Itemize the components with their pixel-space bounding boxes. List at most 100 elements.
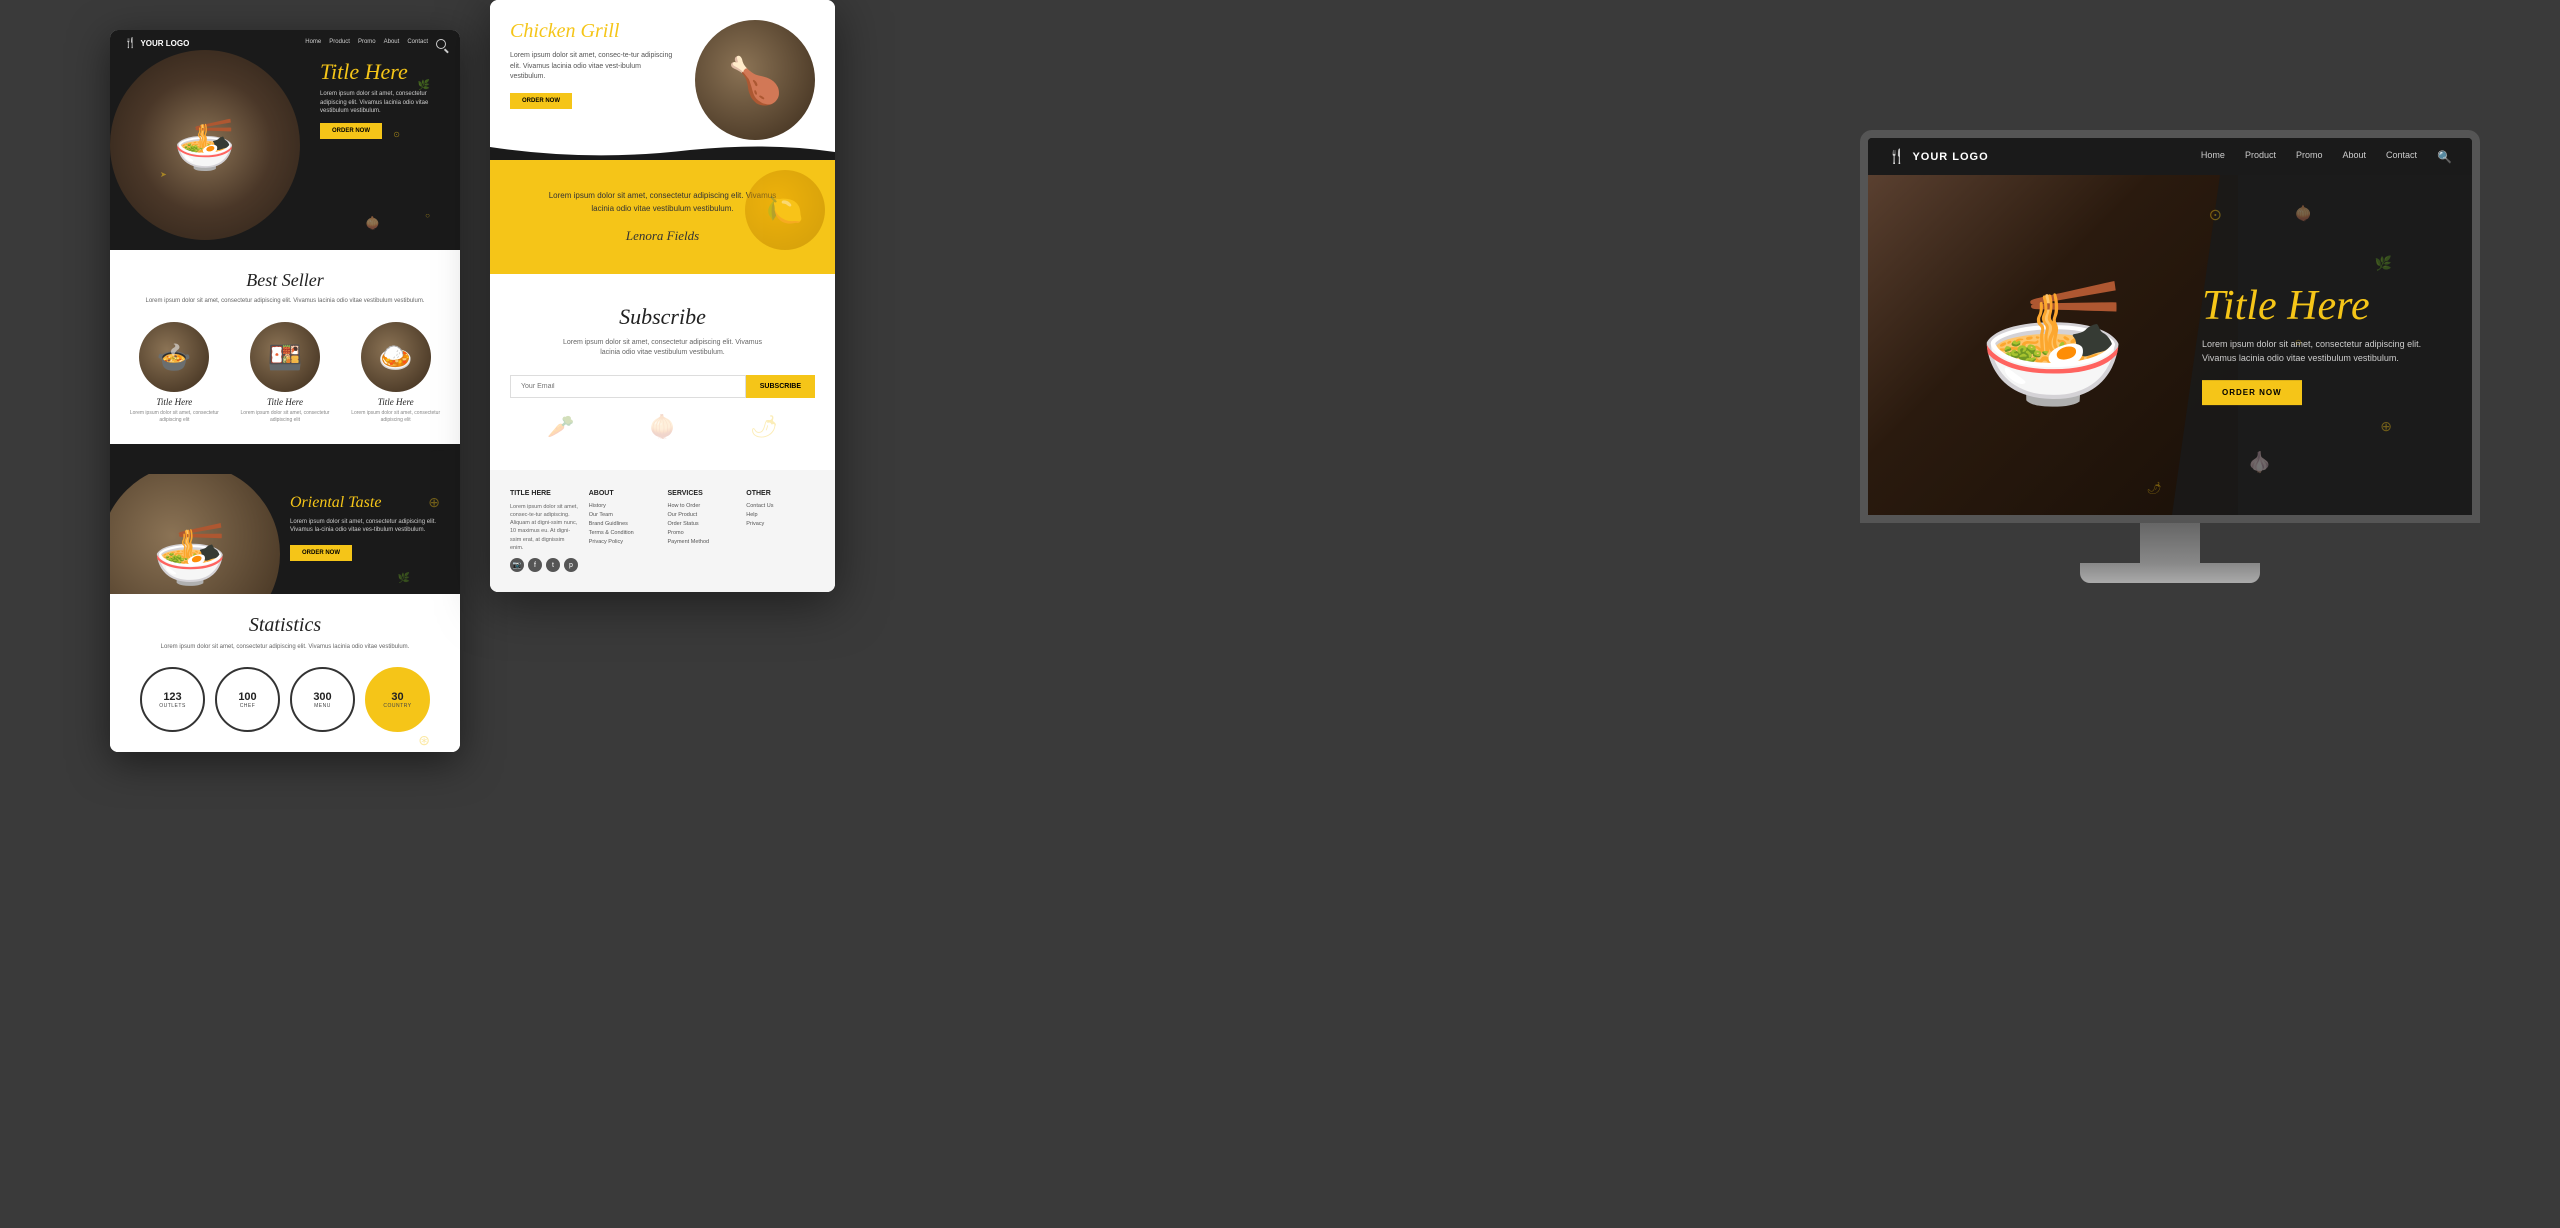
rm-nav: 🍴 YOUR LOGO Home Product Promo About Con… xyxy=(1868,138,2472,175)
footer-col3: SERVICES How to Order Our Product Order … xyxy=(668,490,737,573)
mm-subscribe-section: Subscribe Lorem ipsum dolor sit amet, co… xyxy=(490,274,835,470)
rm-hero-desc: Lorem ipsum dolor sit amet, consectetur … xyxy=(2202,337,2452,366)
footer-link[interactable]: Brand Guidlines xyxy=(589,521,658,527)
nav-contact[interactable]: Contact xyxy=(407,39,428,49)
deco-arrow: ➤ xyxy=(160,170,167,179)
product-desc-3: Lorem ipsum dolor sit amet, consectetur … xyxy=(345,410,446,424)
rm-nav-contact[interactable]: Contact xyxy=(2386,150,2417,164)
footer-link[interactable]: Our Product xyxy=(668,512,737,518)
rm-nav-product[interactable]: Product xyxy=(2245,150,2276,164)
mm-order-button[interactable]: ORDER NOW xyxy=(510,93,572,109)
rm-order-button[interactable]: ORDER NOW xyxy=(2202,380,2302,405)
footer-col1: TITLE HERE Lorem ipsum dolor sit amet, c… xyxy=(510,490,579,573)
rm-search-icon[interactable]: 🔍 xyxy=(2437,150,2452,164)
list-item: 🍱 Title Here Lorem ipsum dolor sit amet,… xyxy=(235,322,336,424)
lm-hero-desc: Lorem ipsum dolor sit amet, consectetur … xyxy=(320,90,450,115)
rm-nav-home[interactable]: Home xyxy=(2201,150,2225,164)
rm-fork-icon: 🍴 xyxy=(1888,148,1906,165)
lm-hero-text: Title Here Lorem ipsum dolor sit amet, c… xyxy=(320,60,450,139)
mm-hero-title: Chicken Grill xyxy=(510,20,675,43)
footer-link[interactable]: Help xyxy=(746,512,815,518)
lm-hero-title: Title Here xyxy=(320,60,450,84)
nav-home[interactable]: Home xyxy=(305,39,321,49)
list-item: 🍛 Title Here Lorem ipsum dolor sit amet,… xyxy=(345,322,446,424)
mm-subscribe-title: Subscribe xyxy=(510,304,815,330)
footer-link[interactable]: Our Team xyxy=(589,512,658,518)
mm-deco-row: 🥕 🧅 🌶 xyxy=(510,398,815,440)
monitor-inner: 🍴 YOUR LOGO Home Product Promo About Con… xyxy=(1868,138,2472,515)
mm-hero-food: 🍗 xyxy=(695,20,815,140)
rm-deco-circle1: ⊙ xyxy=(2209,205,2222,225)
rm-nav-links: Home Product Promo About Contact 🔍 xyxy=(2201,150,2452,164)
nav-product[interactable]: Product xyxy=(329,39,350,49)
nav-promo[interactable]: Promo xyxy=(358,39,376,49)
pinterest-icon[interactable]: p xyxy=(564,558,578,572)
mm-footer: TITLE HERE Lorem ipsum dolor sit amet, c… xyxy=(490,470,835,593)
lm-stats-circles: 123 OUTLETS 100 CHEF 300 MENU 30 COUNTRY xyxy=(124,667,446,732)
mm-hero-section: Chicken Grill Lorem ipsum dolor sit amet… xyxy=(490,0,835,160)
footer-other-links: Contact Us Help Privacy xyxy=(746,503,815,527)
stat-num-country: 30 xyxy=(391,691,403,703)
monitor-base xyxy=(2080,563,2260,583)
rm-nav-promo[interactable]: Promo xyxy=(2296,150,2323,164)
search-icon[interactable] xyxy=(436,39,446,49)
lm-bestseller-title: Best Seller xyxy=(124,270,446,291)
deco-garlic: 🧅 xyxy=(365,216,380,230)
email-input[interactable] xyxy=(510,375,746,398)
footer-link[interactable]: Terms & Condition xyxy=(589,530,658,536)
product-desc-1: Lorem ipsum dolor sit amet, consectetur … xyxy=(124,410,225,424)
lm-products-list: 🍲 Title Here Lorem ipsum dolor sit amet,… xyxy=(124,322,446,424)
lm-statistics-section: Statistics Lorem ipsum dolor sit amet, c… xyxy=(110,594,460,752)
social-links: 📷 f t p xyxy=(510,558,579,572)
product-image-2: 🍱 xyxy=(250,322,320,392)
nav-about[interactable]: About xyxy=(384,39,400,49)
footer-link[interactable]: Promo xyxy=(668,530,737,536)
lm-hero-food-image: 🍜 xyxy=(110,50,300,240)
product-image-3: 🍛 xyxy=(361,322,431,392)
footer-link[interactable]: History xyxy=(589,503,658,509)
rm-deco-circle3: ○ xyxy=(2295,335,2302,349)
twitter-icon[interactable]: t xyxy=(546,558,560,572)
rm-deco-circle2: ⊕ xyxy=(2380,418,2392,435)
footer-col1-desc: Lorem ipsum dolor sit amet, consec-te-tu… xyxy=(510,503,579,553)
lm-statistics-desc: Lorem ipsum dolor sit amet, consectetur … xyxy=(124,643,446,651)
lm-bestseller-desc: Lorem ipsum dolor sit amet, consectetur … xyxy=(124,297,446,306)
subscribe-button[interactable]: SUBSCRIBE xyxy=(746,375,815,398)
footer-link[interactable]: Privacy xyxy=(746,521,815,527)
lm-oriental-section: 🍜 Oriental Taste Lorem ipsum dolor sit a… xyxy=(110,474,460,594)
left-mockup: 🍴 YOUR LOGO Home Product Promo About Con… xyxy=(110,30,460,752)
stat-country: 30 COUNTRY xyxy=(365,667,430,732)
stat-label-outlets: OUTLETS xyxy=(159,703,186,709)
footer-link[interactable]: Contact Us xyxy=(746,503,815,509)
stat-label-chef: CHEF xyxy=(240,703,256,709)
product-desc-2: Lorem ipsum dolor sit amet, consectetur … xyxy=(235,410,336,424)
stat-num-menu: 300 xyxy=(313,691,331,703)
stat-num-chef: 100 xyxy=(238,691,256,703)
mm-testimonial-section: 🍋 Lorem ipsum dolor sit amet, consectetu… xyxy=(490,160,835,274)
footer-about-links: History Our Team Brand Guidlines Terms &… xyxy=(589,503,658,545)
stat-label-country: COUNTRY xyxy=(383,703,411,709)
footer-link[interactable]: Privacy Policy xyxy=(589,539,658,545)
stat-menu: 300 MENU xyxy=(290,667,355,732)
lm-bestseller-section: Best Seller Lorem ipsum dolor sit amet, … xyxy=(110,250,460,444)
instagram-icon[interactable]: 📷 xyxy=(510,558,524,572)
footer-col4: OTHER Contact Us Help Privacy xyxy=(746,490,815,573)
stat-label-menu: MENU xyxy=(314,703,331,709)
lm-statistics-title: Statistics xyxy=(124,614,446,637)
rm-deco-leaf: 🌿 xyxy=(2375,255,2392,272)
footer-link[interactable]: How to Order xyxy=(668,503,737,509)
product-name-3: Title Here xyxy=(345,397,446,407)
deco-pepper: ⊛ xyxy=(418,732,430,749)
footer-col2-title: ABOUT xyxy=(589,490,658,497)
brush-divider xyxy=(110,444,460,474)
lm-order-button[interactable]: ORDER NOW xyxy=(320,123,382,139)
lm-oriental-order-button[interactable]: ORDER NOW xyxy=(290,545,352,561)
rm-nav-about[interactable]: About xyxy=(2342,150,2366,164)
facebook-icon[interactable]: f xyxy=(528,558,542,572)
product-image-1: 🍲 xyxy=(139,322,209,392)
lm-oriental-desc: Lorem ipsum dolor sit amet, consectetur … xyxy=(290,518,446,535)
deco-leaf: 🌿 xyxy=(418,80,430,91)
mm-hero-desc: Lorem ipsum dolor sit amet, consec-te-tu… xyxy=(510,51,675,83)
footer-link[interactable]: Order Status xyxy=(668,521,737,527)
footer-link[interactable]: Payment Method xyxy=(668,539,737,545)
